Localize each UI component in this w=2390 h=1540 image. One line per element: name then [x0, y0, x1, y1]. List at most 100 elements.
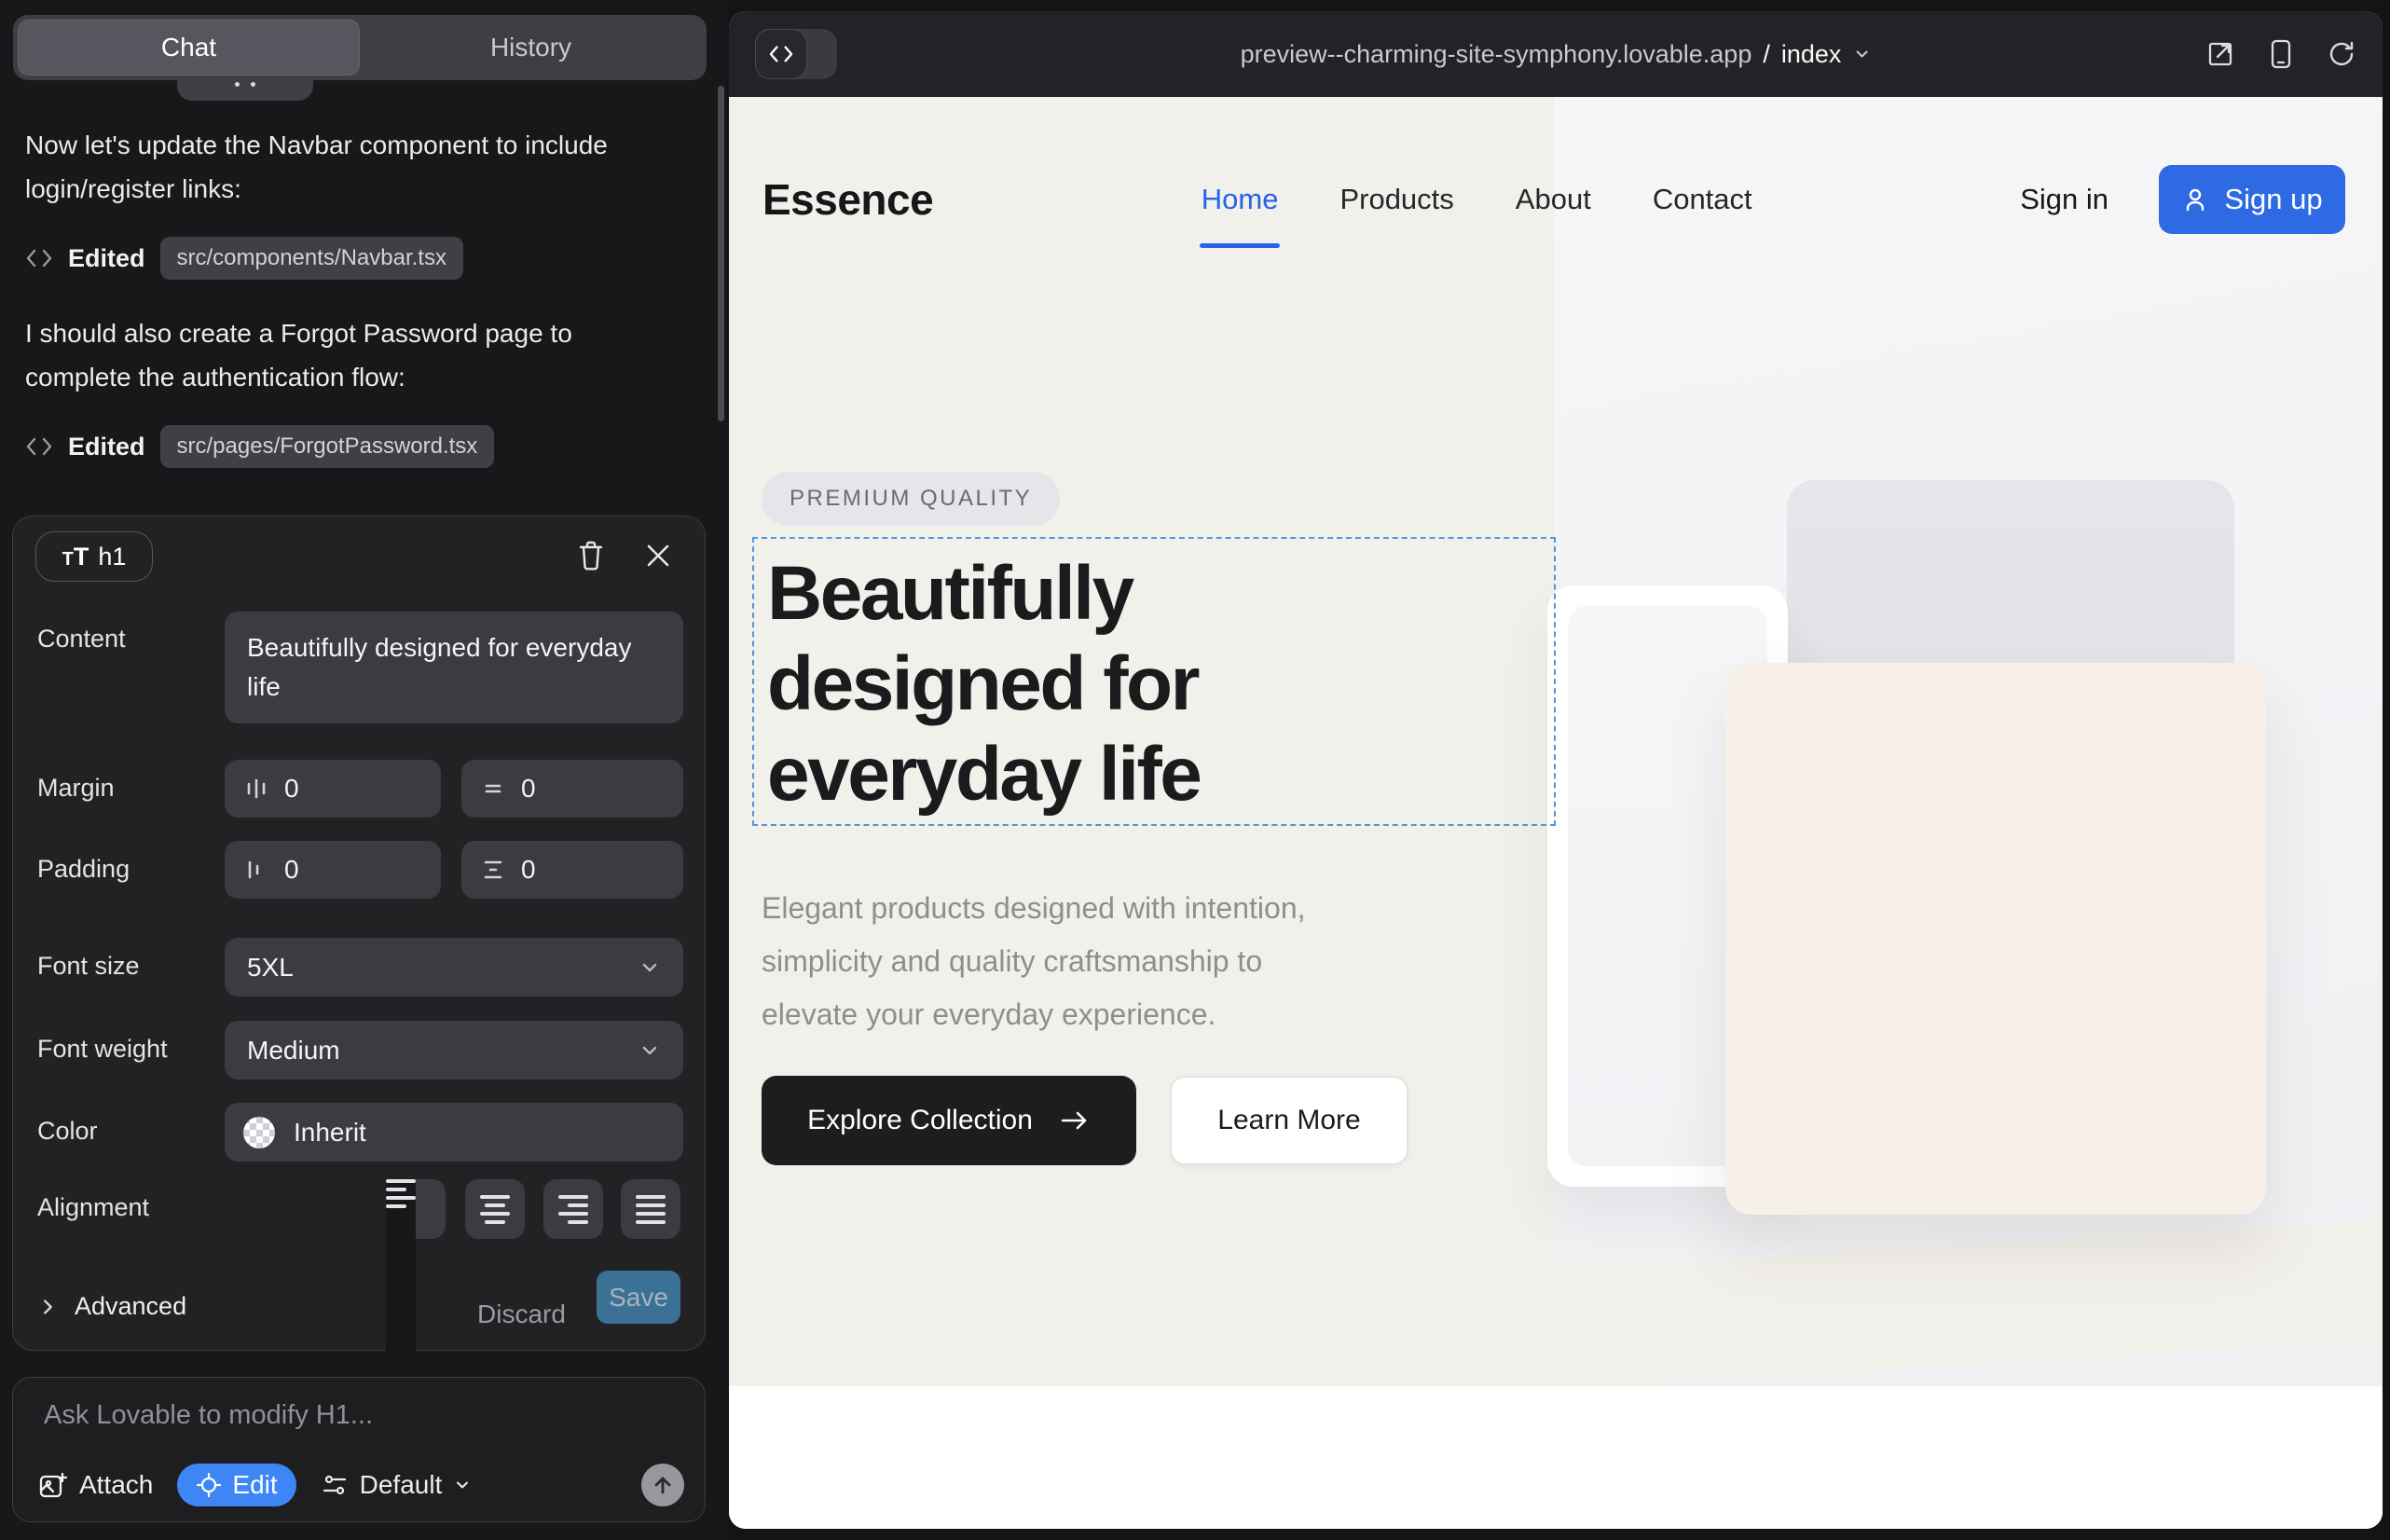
url-domain: preview--charming-site-symphony.lovable.… [1241, 40, 1752, 69]
nav-link-products[interactable]: Products [1339, 183, 1453, 216]
chevron-right-icon [37, 1297, 58, 1317]
margin-y-input[interactable]: 0 [461, 760, 683, 818]
edited-file-row: Edited src/components/Navbar.tsx [25, 237, 463, 280]
align-right-button[interactable] [543, 1179, 603, 1239]
edited-file-row: Edited src/pages/ForgotPassword.tsx [25, 425, 494, 468]
code-preview-toggle[interactable] [755, 29, 837, 79]
code-icon [25, 246, 53, 270]
padding-y-input[interactable]: 0 [461, 841, 683, 899]
code-icon [755, 29, 807, 79]
sign-in-link[interactable]: Sign in [2020, 183, 2108, 216]
alignment-label: Alignment [37, 1193, 149, 1222]
site-nav-links: Home Products About Contact [1202, 183, 1752, 216]
url-separator: / [1763, 40, 1770, 69]
preview-actions [2205, 38, 2356, 70]
edited-file-chip[interactable]: src/components/Navbar.tsx [160, 237, 463, 280]
mobile-icon[interactable] [2269, 38, 2293, 70]
chat-sidebar: Chat History Now let's update the Navbar… [0, 0, 727, 1540]
url-path: index [1781, 40, 1842, 69]
content-label: Content [37, 625, 126, 653]
refresh-icon[interactable] [2327, 39, 2356, 69]
next-section-background [729, 1386, 2383, 1529]
nav-link-home[interactable]: Home [1202, 183, 1279, 216]
site-navbar: Essence Home Products About Contact Sign… [762, 145, 2345, 254]
preview-panel: preview--charming-site-symphony.lovable.… [729, 11, 2383, 1529]
margin-vertical-icon [480, 776, 506, 802]
tab-chat[interactable]: Chat [18, 20, 360, 76]
hero-heading: Beautifully designed for everyday life [754, 539, 1554, 819]
delete-element-button[interactable] [572, 537, 610, 574]
chevron-down-icon [1852, 45, 1871, 63]
content-textarea[interactable]: Beautifully designed for everyday life [225, 612, 683, 723]
site-nav-auth: Sign in Sign up [2020, 165, 2345, 234]
font-size-select[interactable]: 5XL [225, 938, 683, 997]
chevron-down-icon [639, 956, 661, 979]
element-editor-panel: TT h1 Content Beautifully designed for e… [12, 516, 706, 1351]
site-canvas: Essence Home Products About Contact Sign… [729, 97, 2383, 1529]
send-icon [652, 1474, 674, 1496]
hero-paragraph: Elegant products designed with intention… [762, 882, 1526, 1041]
app-window: Chat History Now let's update the Navbar… [0, 0, 2390, 1540]
arrow-right-icon [1059, 1108, 1091, 1133]
selected-element-outline[interactable]: Beautifully designed for everyday life [752, 537, 1556, 826]
color-swatch [243, 1117, 275, 1148]
attach-button[interactable]: Attach [37, 1470, 153, 1500]
learn-more-button[interactable]: Learn More [1170, 1076, 1408, 1165]
chevron-down-icon [639, 1039, 661, 1062]
color-select[interactable]: Inherit [225, 1103, 683, 1162]
advanced-toggle[interactable]: Advanced [37, 1292, 186, 1321]
explore-collection-button[interactable]: Explore Collection [762, 1076, 1136, 1165]
padding-vertical-icon [480, 857, 506, 883]
preview-url[interactable]: preview--charming-site-symphony.lovable.… [1241, 11, 1872, 97]
preview-topbar: preview--charming-site-symphony.lovable.… [729, 11, 2383, 97]
code-icon [25, 434, 53, 459]
sidebar-tabs: Chat History [13, 15, 707, 80]
chat-message: Now let's update the Navbar component to… [25, 123, 673, 211]
chat-input-toolbar: Attach Edit Default [37, 1464, 684, 1506]
save-button[interactable]: Save [597, 1271, 680, 1324]
discard-button[interactable]: Discard [477, 1299, 566, 1329]
margin-label: Margin [37, 774, 115, 803]
align-center-icon [480, 1195, 510, 1224]
send-button[interactable] [641, 1464, 684, 1506]
margin-x-input[interactable]: 0 [225, 760, 441, 818]
font-weight-select[interactable]: Medium [225, 1021, 683, 1079]
chat-scrollbar[interactable] [718, 86, 724, 421]
hero-badge: PREMIUM QUALITY [762, 472, 1060, 526]
chat-input-placeholder: Ask Lovable to modify H1... [44, 1400, 373, 1431]
site-logo[interactable]: Essence [762, 174, 933, 225]
attach-image-icon [37, 1470, 67, 1500]
align-center-button[interactable] [465, 1179, 525, 1239]
padding-horizontal-icon [243, 857, 269, 883]
chat-message: I should also create a Forgot Password p… [25, 311, 673, 399]
chat-input-box[interactable]: Ask Lovable to modify H1... Attach Edit … [12, 1377, 706, 1522]
tab-history[interactable]: History [360, 20, 702, 76]
close-editor-button[interactable] [639, 537, 677, 574]
sliders-icon [321, 1471, 349, 1499]
align-justify-icon [636, 1195, 666, 1224]
align-right-icon [558, 1195, 588, 1224]
edited-file-chip[interactable]: src/pages/ForgotPassword.tsx [160, 425, 495, 468]
external-link-icon[interactable] [2205, 39, 2235, 69]
sign-up-button[interactable]: Sign up [2159, 165, 2345, 234]
edit-mode-button[interactable]: Edit [177, 1464, 295, 1506]
edited-label: Edited [68, 244, 145, 273]
selected-element-chip[interactable]: TT h1 [35, 531, 153, 582]
padding-label: Padding [37, 855, 130, 884]
padding-x-input[interactable]: 0 [225, 841, 441, 899]
nav-link-about[interactable]: About [1516, 183, 1591, 216]
chevron-down-icon [453, 1476, 472, 1494]
element-tag: h1 [98, 543, 126, 571]
scrolled-chip-remnant[interactable] [177, 80, 313, 101]
font-weight-label: Font weight [37, 1035, 168, 1064]
user-icon [2181, 186, 2209, 213]
decor-card-beige [1725, 663, 2266, 1215]
nav-link-contact[interactable]: Contact [1653, 183, 1752, 216]
mode-selector[interactable]: Default [321, 1470, 473, 1500]
color-label: Color [37, 1117, 98, 1146]
edited-label: Edited [68, 433, 145, 461]
type-icon: TT [62, 543, 89, 571]
align-justify-button[interactable] [621, 1179, 680, 1239]
edit-target-icon [196, 1472, 222, 1498]
align-left-button[interactable] [386, 1179, 446, 1239]
